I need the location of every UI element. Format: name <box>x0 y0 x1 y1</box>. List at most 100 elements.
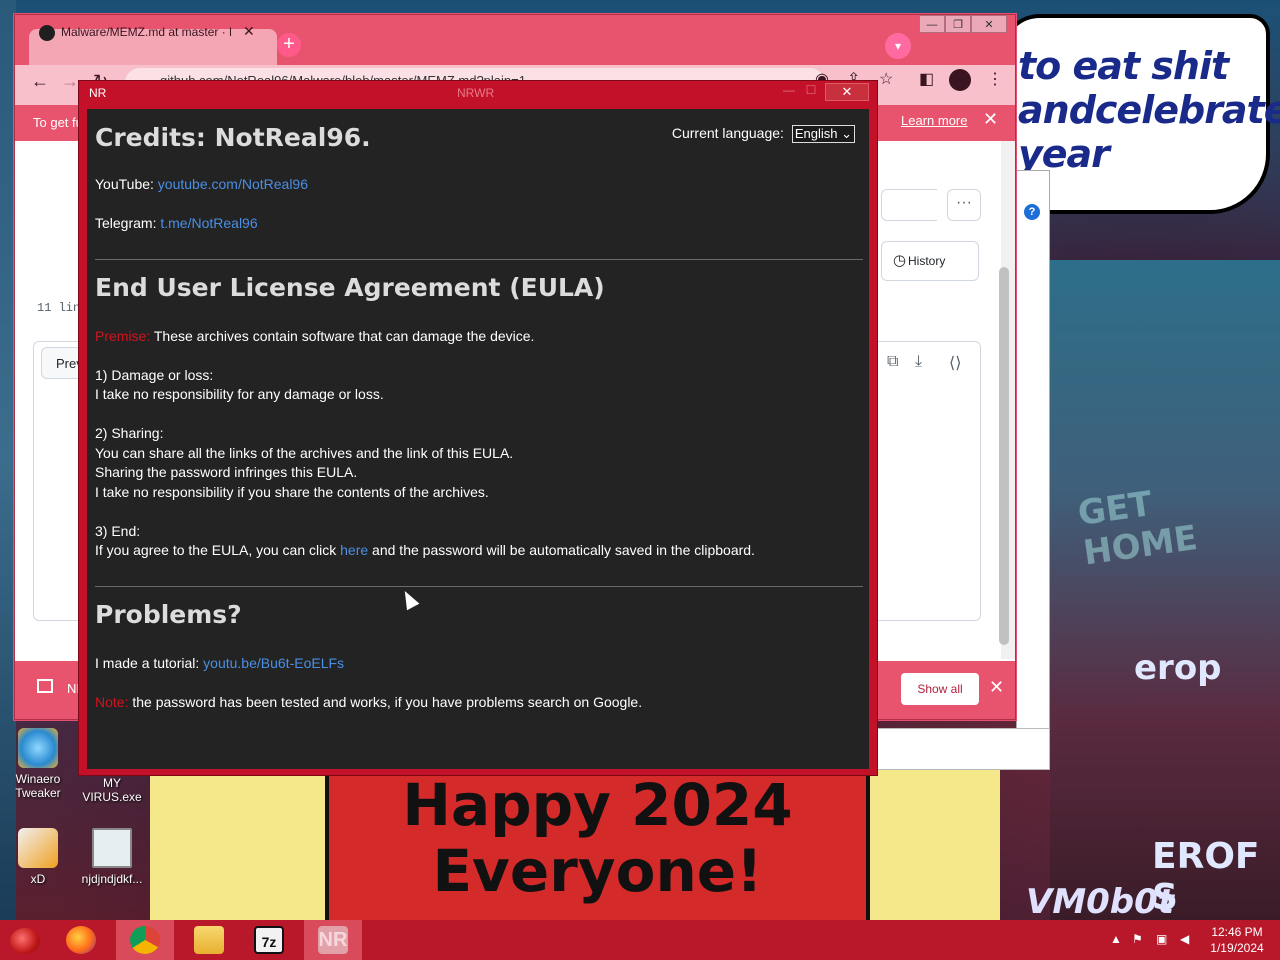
nr-eula-window[interactable]: NR NRWR — ☐ ✕ Current language: English … <box>78 80 878 776</box>
history-clock-icon: ◷ <box>893 252 907 269</box>
help-icon[interactable]: ? <box>1024 204 1040 220</box>
tab-search-icon[interactable]: ▾ <box>885 33 911 59</box>
youtube-link[interactable]: youtube.com/NotReal96 <box>158 176 308 192</box>
chrome-icon <box>130 926 160 954</box>
wallpaper-happy-text: Happy 2024 Everyone! <box>330 772 865 904</box>
language-value: English <box>794 126 838 141</box>
damage-title: 1) Damage or loss: <box>95 367 214 383</box>
background-window-edge[interactable] <box>1016 170 1050 770</box>
credits-heading: Credits: NotReal96. <box>95 123 371 152</box>
wallpaper-city-text: erop <box>1134 648 1222 688</box>
nr-maximize-button[interactable]: ☐ <box>801 83 821 101</box>
section-divider <box>95 586 863 587</box>
github-icon <box>39 25 55 41</box>
chrome-menu-icon[interactable]: ⋮ <box>987 69 1003 89</box>
desktop-icon-xd[interactable]: xD <box>2 828 74 886</box>
note-text: the password has been tested and works, … <box>128 694 643 710</box>
tab-close-icon[interactable]: ✕ <box>243 23 255 40</box>
side-panel-icon[interactable]: ◧ <box>919 69 934 89</box>
problems-heading: Problems? <box>95 600 242 629</box>
clock-time: 12:46 PM <box>1211 925 1263 939</box>
language-label: Current language: <box>671 125 784 141</box>
tray-overflow-icon[interactable]: ▲ <box>1110 932 1122 946</box>
copy-password-link[interactable]: here <box>340 542 368 558</box>
action-center-flag-icon[interactable]: ⚑ <box>1132 932 1143 946</box>
nr-window-title-center: NRWR <box>457 86 495 100</box>
show-all-downloads-button[interactable]: Show all <box>901 673 979 705</box>
forward-arrow-icon[interactable]: → <box>61 71 79 92</box>
bookmark-star-icon[interactable]: ☆ <box>879 69 893 89</box>
happy-line-1: Happy 2024 <box>402 771 793 839</box>
end-title: 3) End: <box>95 523 141 539</box>
desktop-icon-label: Winaero Tweaker <box>15 772 61 800</box>
language-dropdown[interactable]: English ⌄ <box>791 125 855 143</box>
note-line: Note: the password has been tested and w… <box>95 693 642 713</box>
code-view-icon[interactable]: ⟨⟩ <box>949 353 961 373</box>
desktop-icon-njdjndjdkf[interactable]: njdjndjdkf... <box>76 828 148 886</box>
close-window-button[interactable]: ✕ <box>971 15 1007 33</box>
nr-app-icon: NR <box>318 926 348 954</box>
clock-date: 1/19/2024 <box>1210 941 1264 955</box>
download-bar-close-icon[interactable]: ✕ <box>989 677 1004 698</box>
taskbar-clock[interactable]: 12:46 PM 1/19/2024 <box>1198 924 1276 956</box>
page-scrollbar-thumb[interactable] <box>999 267 1009 645</box>
nr-minimize-button[interactable]: — <box>779 83 799 101</box>
telegram-line: Telegram: t.me/NotReal96 <box>95 214 258 234</box>
file-line-count: 11 lin <box>37 301 81 315</box>
desktop-icon-label: njdjndjdkf... <box>81 872 143 886</box>
desktop-icon-label: xD <box>30 872 46 886</box>
tab-title: Malware/MEMZ.md at master · N <box>61 25 231 39</box>
youtube-line: YouTube: youtube.com/NotReal96 <box>95 175 308 195</box>
firefox-icon <box>66 926 96 954</box>
premise-text: These archives contain software that can… <box>150 328 535 344</box>
maximize-button[interactable]: ❐ <box>945 15 971 33</box>
taskbar-item-chrome[interactable] <box>116 920 174 960</box>
network-icon[interactable]: ▣ <box>1156 932 1167 946</box>
desktop-icon-winaero-tweaker[interactable]: Winaero Tweaker <box>2 728 74 800</box>
volume-muted-icon[interactable]: ◀ <box>1180 932 1189 946</box>
xd-app-icon <box>18 828 58 868</box>
section-divider <box>95 259 863 260</box>
winaero-tweaker-icon <box>18 728 58 768</box>
learn-more-link[interactable]: Learn more <box>901 113 967 128</box>
wallpaper-city-photo <box>1050 260 1280 920</box>
premise-line: Premise: These archives contain software… <box>95 327 534 347</box>
more-options-button[interactable]: ··· <box>947 189 981 221</box>
premise-label: Premise: <box>95 328 151 344</box>
wallpaper-bubble-text: to eat shit andcelebrate year <box>1018 44 1280 176</box>
telegram-link[interactable]: t.me/NotReal96 <box>160 215 257 231</box>
taskbar-item-nr[interactable]: NR <box>304 920 362 960</box>
wallpaper-city-text: VM0b0t <box>1026 882 1175 920</box>
tutorial-label: I made a tutorial: <box>95 655 204 671</box>
youtube-label: YouTube: <box>95 176 158 192</box>
back-arrow-icon[interactable]: ← <box>31 71 49 92</box>
tutorial-link[interactable]: youtu.be/Bu6t-EoELFs <box>203 655 344 671</box>
download-icon[interactable]: ⤓ <box>915 353 922 371</box>
taskbar-item-firefox[interactable] <box>52 920 110 960</box>
minimize-button[interactable]: — <box>919 15 945 33</box>
infobar-text: To get fu <box>33 115 83 130</box>
download-file-icon <box>37 679 53 693</box>
note-label: Note: <box>95 694 129 710</box>
taskbar-item-7zip[interactable]: 7z <box>240 920 298 960</box>
infobar-close-icon[interactable]: ✕ <box>983 109 998 130</box>
taskbar: 7z NR <box>0 920 1280 960</box>
sharing-line-3: I take no responsibility if you share th… <box>95 484 489 500</box>
copy-icon[interactable]: ⧉ <box>887 353 898 371</box>
nr-close-button[interactable]: ✕ <box>825 83 869 101</box>
start-button[interactable] <box>10 928 40 954</box>
end-text-before: If you agree to the EULA, you can click <box>95 542 341 558</box>
end-text-after: and the password will be automatically s… <box>368 542 755 558</box>
7zip-icon: 7z <box>254 926 284 954</box>
eula-heading: End User License Agreement (EULA) <box>95 273 605 302</box>
profile-avatar-icon[interactable] <box>949 69 971 91</box>
background-window-statusbar <box>876 728 1050 770</box>
telegram-label: Telegram: <box>95 215 161 231</box>
damage-text: I take no responsibility for any damage … <box>95 386 384 402</box>
new-tab-button[interactable]: + <box>277 33 301 57</box>
language-selector: Current language: English ⌄ <box>672 125 855 143</box>
document-file-icon <box>92 828 132 868</box>
taskbar-item-explorer[interactable] <box>180 920 238 960</box>
file-search-input[interactable] <box>881 189 937 221</box>
sharing-line-2: Sharing the password infringes this EULA… <box>95 464 358 480</box>
